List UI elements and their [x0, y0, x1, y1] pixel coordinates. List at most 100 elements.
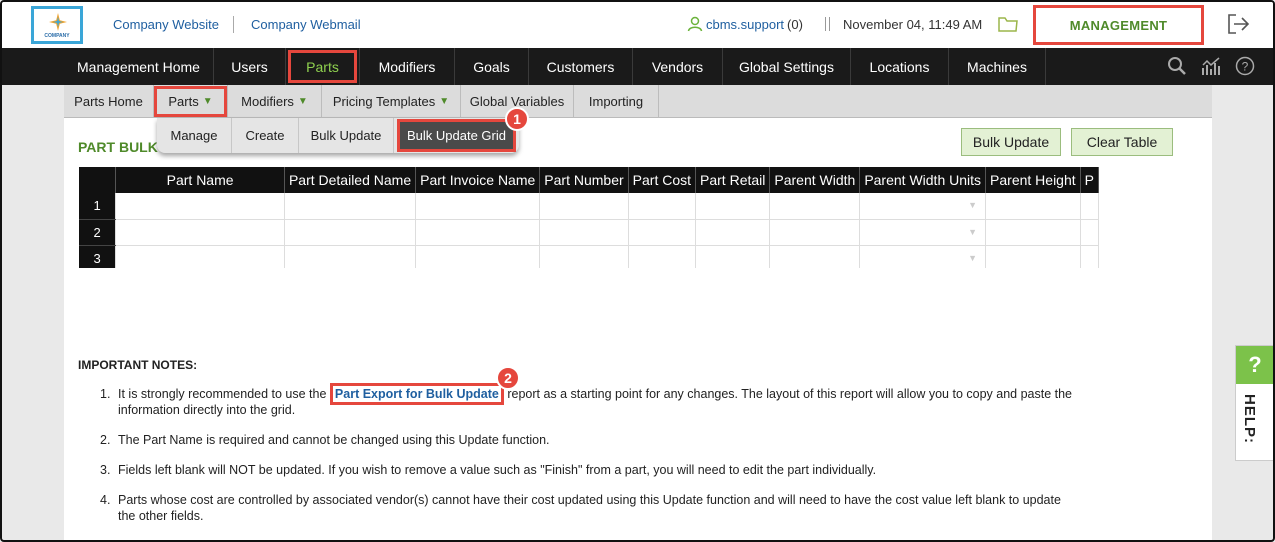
menu-item-manage[interactable]: Manage: [157, 118, 232, 153]
part-export-link[interactable]: Part Export for Bulk Update: [335, 387, 499, 401]
column-header[interactable]: Part Invoice Name: [415, 167, 541, 193]
grid-cell[interactable]: [985, 193, 1081, 220]
grid-cell[interactable]: [985, 245, 1081, 268]
highlight-box: [288, 50, 357, 83]
note-text: It is strongly recommended to use the: [118, 387, 327, 401]
nav-management-home[interactable]: Management Home: [64, 48, 214, 85]
menu-item-create[interactable]: Create: [232, 118, 299, 153]
grid-cell[interactable]: [415, 245, 541, 268]
list-item: 4. Parts whose cost are controlled by as…: [100, 492, 1080, 524]
nav-modifiers[interactable]: Modifiers: [360, 48, 455, 85]
user-notification-count: (0): [787, 16, 803, 32]
help-tab[interactable]: ? HELP:: [1235, 345, 1273, 461]
clear-table-button[interactable]: Clear Table: [1071, 128, 1173, 156]
grid-cell[interactable]: [284, 245, 417, 268]
grid-cell[interactable]: [284, 219, 417, 246]
bulk-update-button[interactable]: Bulk Update: [961, 128, 1061, 156]
nav-global-settings[interactable]: Global Settings: [723, 48, 851, 85]
column-header[interactable]: Part Detailed Name: [284, 167, 417, 193]
column-header[interactable]: Part Retail: [695, 167, 771, 193]
grid-cell[interactable]: [695, 193, 771, 220]
grid-cell[interactable]: [284, 193, 417, 220]
grid-cell-select[interactable]: ▼: [859, 245, 987, 268]
grid-cell[interactable]: [628, 193, 697, 220]
grid-cell[interactable]: [985, 219, 1081, 246]
current-datetime: November 04, 11:49 AM: [843, 17, 983, 32]
user-menu[interactable]: cbms.support (0): [687, 16, 803, 32]
grid-cell[interactable]: [415, 219, 541, 246]
column-header[interactable]: Parent Width Units: [859, 167, 987, 193]
subnav-parts[interactable]: Parts ▼: [154, 85, 228, 118]
grid-cell[interactable]: [1080, 219, 1099, 246]
note-number: 4.: [100, 493, 111, 507]
column-header[interactable]: Part Number: [539, 167, 629, 193]
grid-cell[interactable]: [415, 193, 541, 220]
help-label: HELP:: [1241, 394, 1258, 444]
grid-cell[interactable]: [115, 193, 285, 220]
grid-cell-select[interactable]: ▼: [859, 193, 987, 220]
grid-cell-select[interactable]: ▼: [859, 219, 987, 246]
logout-icon[interactable]: [1228, 14, 1250, 34]
grid-cell[interactable]: [695, 245, 771, 268]
grid-cell[interactable]: [695, 219, 771, 246]
grid-header-row: Part Name Part Detailed Name Part Invoic…: [79, 167, 1099, 193]
subnav-pricing-templates[interactable]: Pricing Templates ▼: [322, 85, 461, 118]
list-item: 2. The Part Name is required and cannot …: [100, 432, 1080, 448]
grid-cell[interactable]: [539, 219, 629, 246]
company-webmail-link[interactable]: Company Webmail: [251, 17, 361, 32]
grid-cell[interactable]: [115, 245, 285, 268]
logo-text: COMPANY: [44, 33, 70, 39]
search-icon[interactable]: [1167, 56, 1187, 76]
grid-cell[interactable]: [1080, 245, 1099, 268]
folder-icon[interactable]: [998, 16, 1018, 32]
company-logo[interactable]: COMPANY: [31, 6, 83, 44]
dropdown-arrow-icon: ▼: [968, 200, 978, 210]
nav-vendors[interactable]: Vendors: [633, 48, 723, 85]
grid-corner: [79, 167, 117, 193]
nav-goals[interactable]: Goals: [455, 48, 529, 85]
main-nav: Management Home Users Parts Modifiers Go…: [2, 48, 1273, 85]
column-header[interactable]: Part Name: [115, 167, 285, 193]
menu-item-bulk-update-grid[interactable]: Bulk Update Grid: [397, 119, 516, 152]
dropdown-arrow-icon: ▼: [968, 252, 978, 263]
grid-cell[interactable]: [539, 245, 629, 268]
column-header[interactable]: Parent Height: [985, 167, 1081, 193]
row-number: 2: [79, 219, 117, 246]
note-number: 3.: [100, 463, 111, 477]
grid-cell[interactable]: [628, 219, 697, 246]
subnav-importing[interactable]: Importing: [574, 85, 659, 118]
note-number: 2.: [100, 433, 111, 447]
nav-customers[interactable]: Customers: [529, 48, 633, 85]
parts-dropdown-menu: Manage Create Bulk Update Bulk Update Gr…: [157, 118, 519, 153]
column-header[interactable]: P: [1080, 167, 1099, 193]
analytics-icon[interactable]: [1201, 56, 1221, 76]
note-number: 1.: [100, 387, 111, 401]
management-button[interactable]: MANAGEMENT: [1033, 5, 1204, 45]
step-badge-1: 1: [505, 107, 529, 131]
nav-locations[interactable]: Locations: [851, 48, 949, 85]
grid-cell[interactable]: [628, 245, 697, 268]
divider: [233, 16, 234, 33]
grid-cell[interactable]: [769, 245, 861, 268]
chevron-down-icon: ▼: [297, 96, 308, 107]
grid-cell[interactable]: [1080, 193, 1099, 220]
grid-cell[interactable]: [539, 193, 629, 220]
nav-users[interactable]: Users: [214, 48, 286, 85]
column-header[interactable]: Parent Width: [769, 167, 861, 193]
company-website-link[interactable]: Company Website: [113, 17, 219, 32]
grid-cell[interactable]: [769, 193, 861, 220]
nav-machines[interactable]: Machines: [949, 48, 1046, 85]
column-header[interactable]: Part Cost: [628, 167, 697, 193]
list-item: 1. It is strongly recommended to use the…: [100, 383, 1080, 418]
logo-star-icon: [49, 13, 67, 31]
table-row: 3 ▼: [79, 245, 1099, 268]
subnav-modifiers[interactable]: Modifiers ▼: [228, 85, 322, 118]
subnav-parts-home[interactable]: Parts Home: [64, 85, 154, 118]
grid-cell[interactable]: [769, 219, 861, 246]
nav-parts[interactable]: Parts: [286, 48, 360, 85]
help-circle-icon[interactable]: ?: [1235, 56, 1255, 76]
menu-item-bulk-update[interactable]: Bulk Update: [299, 118, 394, 153]
grid-cell[interactable]: [115, 219, 285, 246]
notes-list: 1. It is strongly recommended to use the…: [100, 383, 1080, 538]
user-icon: [687, 16, 703, 32]
